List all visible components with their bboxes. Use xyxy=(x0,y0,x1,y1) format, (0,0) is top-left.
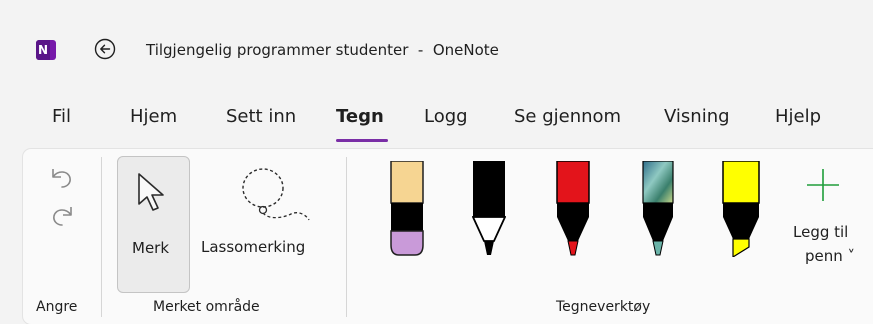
plus-icon xyxy=(807,169,839,201)
lasso-icon xyxy=(242,168,310,221)
draw-ribbon: Angre Merk Lassomerking Merket område Le… xyxy=(23,149,873,324)
lasso-label: Lassomerking xyxy=(201,238,306,256)
tab-tegn[interactable]: Tegn xyxy=(336,106,384,127)
title-bar: N Tilgjengelig programmer studenter - On… xyxy=(0,0,873,100)
black-pen-icon[interactable] xyxy=(472,161,506,257)
tab-sett-inn[interactable]: Sett inn xyxy=(226,106,296,127)
galaxy-pen-icon[interactable] xyxy=(642,161,674,257)
selection-group-label: Merket område xyxy=(153,299,260,315)
tools-group-label: Tegneverktøy xyxy=(556,299,651,315)
tab-se-gjennom[interactable]: Se gjennom xyxy=(514,106,621,127)
app-icon-letter: N xyxy=(36,40,50,60)
ribbon-tabs: Fil Hjem Sett inn Tegn Logg Se gjennom V… xyxy=(0,106,873,146)
merk-label: Merk xyxy=(132,239,170,257)
undo-group-label: Angre xyxy=(36,299,78,315)
lasso-select-button[interactable]: Lassomerking xyxy=(199,156,333,291)
eraser-pen-icon[interactable] xyxy=(389,161,425,257)
redo-icon[interactable] xyxy=(49,204,75,228)
red-pen-icon[interactable] xyxy=(556,161,590,257)
add-pen-label-line2: penn ˅ xyxy=(805,247,856,265)
tab-fil[interactable]: Fil xyxy=(52,106,71,127)
pointer-icon xyxy=(138,173,164,211)
undo-icon[interactable] xyxy=(49,166,75,190)
yellow-highlighter-icon[interactable] xyxy=(721,161,761,257)
tab-hjelp[interactable]: Hjelp xyxy=(775,106,821,127)
back-arrow-icon[interactable] xyxy=(94,38,116,60)
merk-button[interactable]: Merk xyxy=(117,156,190,293)
active-tab-indicator xyxy=(336,139,388,142)
tab-visning[interactable]: Visning xyxy=(664,106,730,127)
tab-hjem[interactable]: Hjem xyxy=(130,106,177,127)
group-separator xyxy=(101,157,102,317)
tab-logg[interactable]: Logg xyxy=(424,106,468,127)
window-title: Tilgjengelig programmer studenter - OneN… xyxy=(146,41,499,59)
onenote-logo-icon: N xyxy=(36,40,56,60)
add-pen-label-line1: Legg til xyxy=(793,223,849,241)
add-pen-button[interactable]: Legg til penn ˅ xyxy=(785,159,865,289)
group-separator xyxy=(346,157,347,317)
